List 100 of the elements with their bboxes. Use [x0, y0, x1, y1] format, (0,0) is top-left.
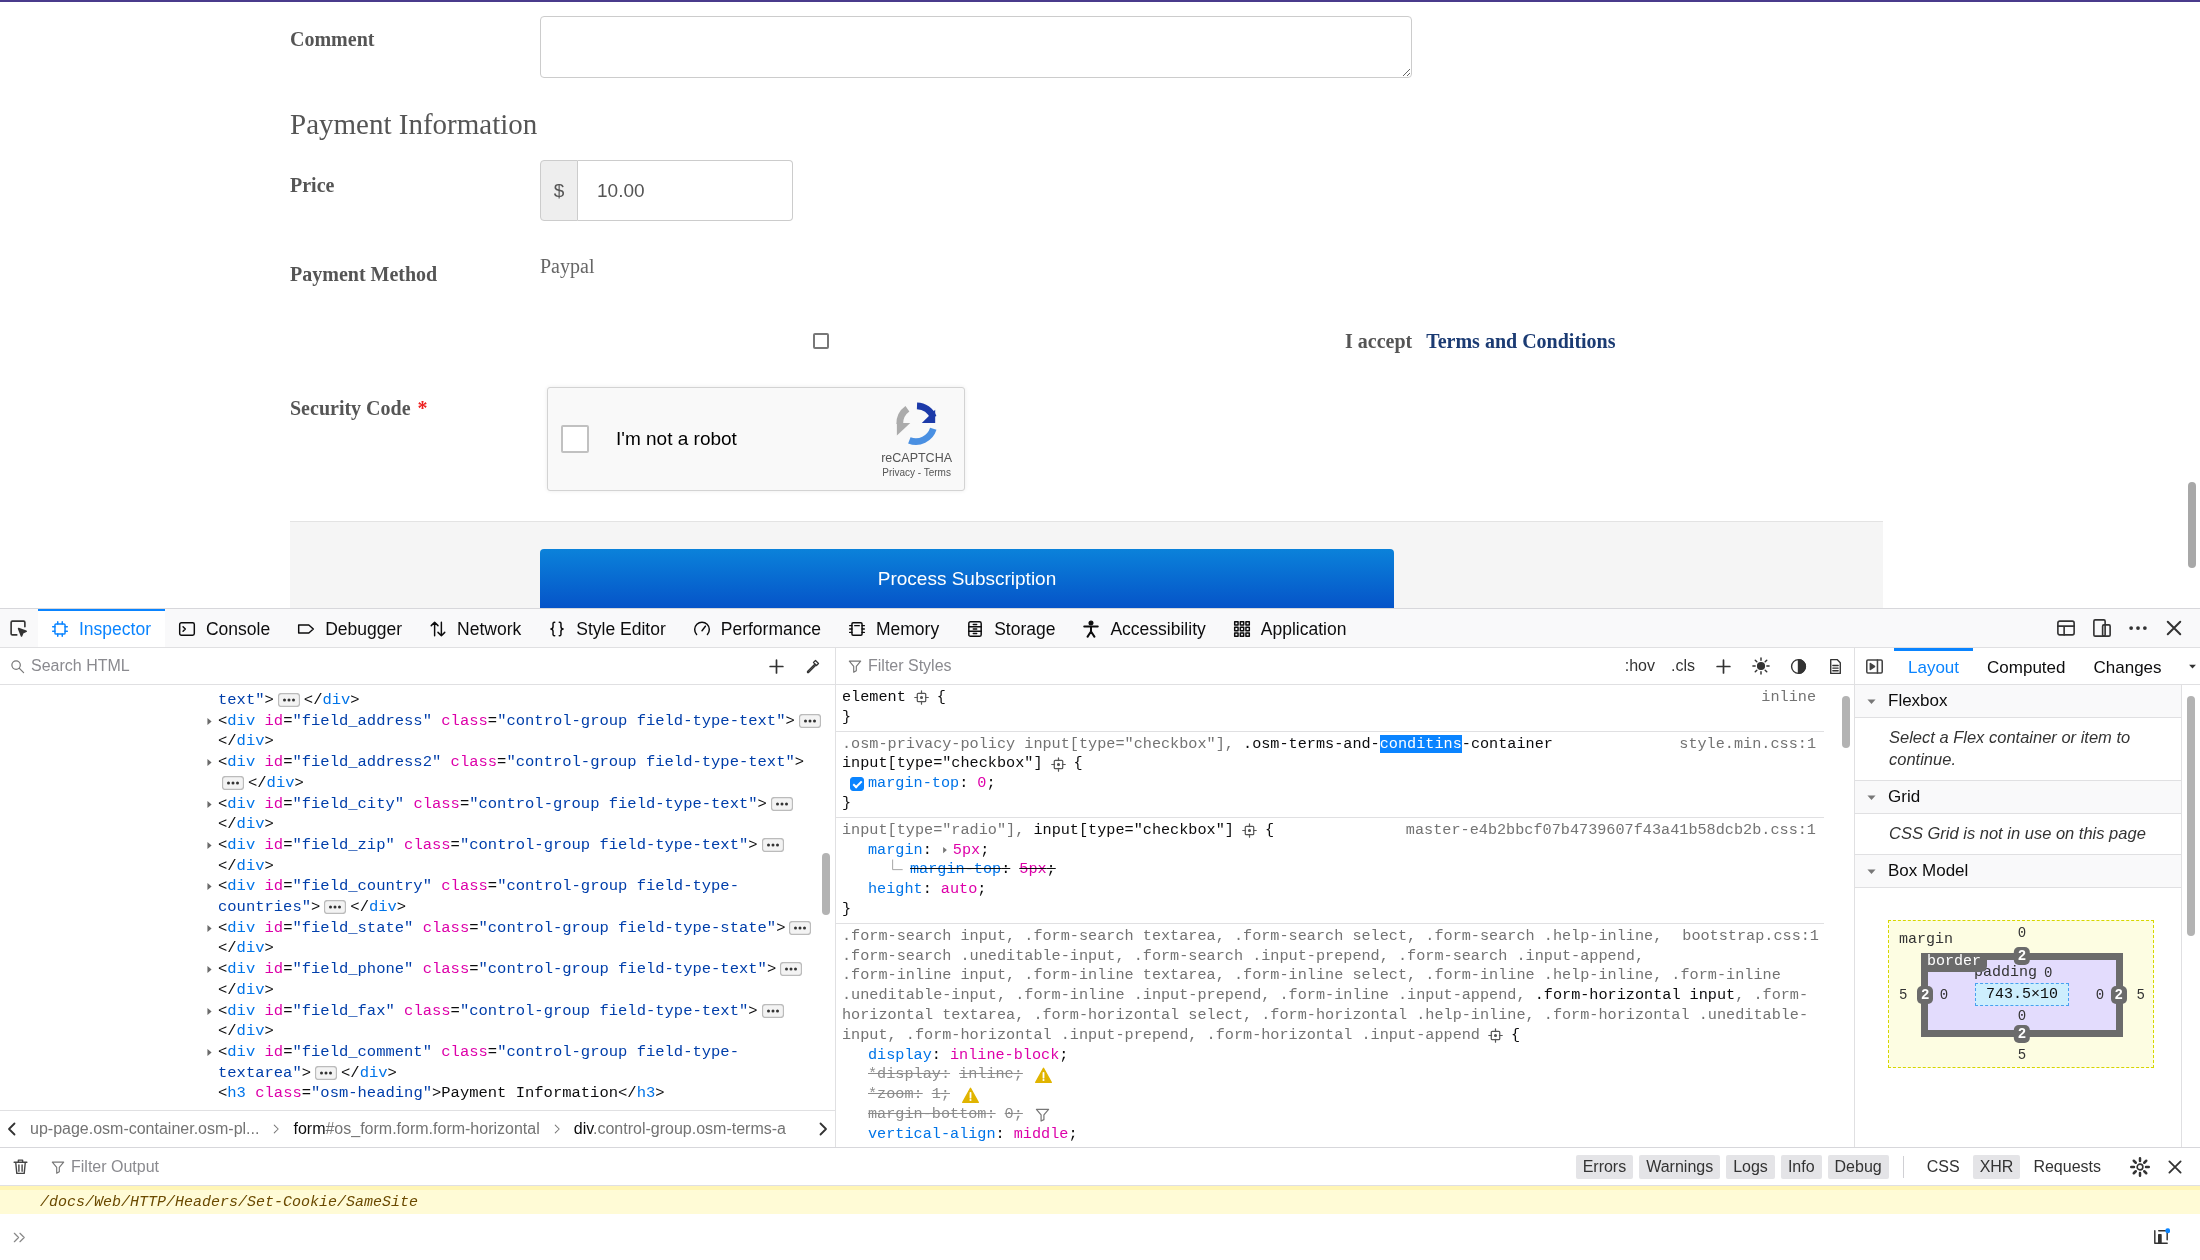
devtools-tab[interactable]: Debugger [284, 609, 417, 647]
filter-toggle[interactable]: Errors [1575, 1154, 1634, 1179]
devtools-tab[interactable]: Style Editor [535, 609, 680, 647]
css-value[interactable]: 0; [977, 774, 996, 794]
css-value[interactable]: 1; [931, 1085, 950, 1105]
css-property[interactable]: vertical-align: [868, 1124, 1005, 1145]
filter-toggle[interactable]: Warnings [1639, 1154, 1721, 1179]
contrast-icon[interactable] [1790, 657, 1807, 675]
devtools-tab[interactable]: Accessibility [1069, 609, 1220, 647]
css-value[interactable]: auto; [940, 880, 987, 900]
stylesheet-link[interactable]: master-e4b2bbcf07b4739607f43a41b58dcb2b.css:1 [1385, 820, 1816, 841]
section-title[interactable]: Flexbox [1888, 691, 1948, 711]
css-value[interactable]: middle; [1013, 1124, 1078, 1145]
ellipsis-icon[interactable] [780, 962, 803, 977]
captcha-links[interactable]: Privacy - Terms [882, 466, 951, 478]
currency-prefix: $ [540, 160, 578, 221]
scrollbar-thumb[interactable] [1842, 696, 1850, 748]
ellipsis-icon[interactable] [798, 714, 821, 729]
add-node-icon[interactable] [768, 657, 785, 675]
filter-styles-field[interactable]: Filter Styles [868, 657, 1609, 675]
target-icon[interactable] [1050, 756, 1066, 772]
responsive-icon[interactable] [2092, 618, 2112, 638]
close-icon[interactable] [2164, 618, 2184, 638]
css-property[interactable]: *zoom: [868, 1085, 923, 1105]
search-html-field[interactable]: Search HTML [31, 657, 768, 675]
devtools-tab[interactable]: Application [1219, 609, 1361, 647]
editor-mode-icon[interactable] [2152, 1228, 2170, 1246]
filter-output-field[interactable]: Filter Output [71, 1157, 1570, 1176]
devtools-tab[interactable]: Console [165, 609, 285, 647]
filter-toggle[interactable]: XHR [1972, 1154, 2021, 1179]
html-tag: <h3 class="osm-heading">Payment Information</h3> [218, 1083, 665, 1105]
css-property[interactable]: display: [868, 1045, 941, 1066]
target-icon[interactable] [913, 690, 929, 706]
close-brace: } [842, 899, 852, 918]
css-property[interactable]: margin: [868, 840, 932, 861]
stylesheet-link[interactable]: bootstrap.css:1 [1662, 926, 1819, 947]
box-value: 0 [2044, 964, 2053, 981]
sidebar-tab[interactable]: Computed [1973, 648, 2080, 684]
ellipsis-icon[interactable] [277, 693, 300, 708]
terms-checkbox[interactable] [813, 333, 829, 349]
ellipsis-icon[interactable] [222, 776, 244, 791]
filter-toggle[interactable]: Requests [2026, 1154, 2108, 1179]
settings-icon[interactable] [2130, 1156, 2150, 1177]
filter-toggle[interactable]: CSS [1919, 1154, 1967, 1179]
storage-icon [966, 620, 985, 638]
dock-icon[interactable] [2056, 618, 2076, 638]
breadcrumb[interactable]: form#os_form.form.form-horizontal [293, 1120, 540, 1138]
target-icon[interactable] [1241, 823, 1257, 839]
ellipsis-icon[interactable] [789, 921, 812, 936]
devtools-tab[interactable]: Network [416, 609, 536, 647]
css-property[interactable]: margin-bottom: [868, 1104, 996, 1125]
sidebar-toggle-icon[interactable] [1865, 656, 1884, 676]
print-media-icon[interactable] [1827, 657, 1844, 675]
devtools-tab[interactable]: Performance [679, 609, 835, 647]
captcha-checkbox[interactable] [561, 425, 589, 453]
html-tag: <div id="field_address" class="control-group field-type-text"> [218, 710, 795, 732]
ellipsis-icon[interactable] [761, 838, 784, 853]
devtools-tab[interactable]: Memory [834, 609, 954, 647]
hover-states-toggle[interactable]: :hov [1624, 657, 1655, 675]
declaration-checkbox[interactable] [850, 777, 864, 792]
trash-icon[interactable] [12, 1158, 29, 1175]
price-field[interactable]: 10.00 [578, 160, 793, 221]
filter-toggle[interactable]: Logs [1726, 1154, 1775, 1179]
ellipsis-icon[interactable] [324, 900, 347, 915]
light-mode-icon[interactable] [1752, 657, 1770, 675]
border-value: 2 [2013, 947, 2031, 965]
close-icon[interactable] [2166, 1157, 2184, 1176]
classes-toggle[interactable]: .cls [1671, 657, 1695, 675]
breadcrumb[interactable]: div.control-group.osm-terms-a [573, 1120, 786, 1138]
ellipsis-icon[interactable] [761, 1003, 784, 1018]
scrollbar-thumb[interactable] [822, 853, 830, 915]
css-value[interactable]: inline-block; [949, 1045, 1069, 1066]
close-brace: } [842, 794, 852, 812]
scrollbar-thumb[interactable] [2187, 696, 2195, 936]
sidebar-tab[interactable]: Changes [2079, 648, 2176, 684]
add-rule-icon[interactable] [1715, 657, 1732, 675]
box-value: 0 [1939, 986, 1949, 1003]
terms-link[interactable]: Terms and Conditions [1426, 329, 1616, 353]
section-title[interactable]: Grid [1888, 787, 1921, 807]
stylesheet-link[interactable]: style.min.css:1 [1659, 734, 1816, 755]
css-value[interactable]: 5px; [952, 840, 990, 861]
filter-toggle[interactable]: Debug [1827, 1154, 1889, 1179]
breadcrumb[interactable]: up-page.osm-container.osm-pl... [30, 1120, 260, 1138]
css-property[interactable]: margin-top: [868, 774, 969, 794]
element-picker-icon[interactable] [8, 618, 28, 638]
comment-field[interactable] [540, 16, 1412, 78]
target-icon[interactable] [1488, 1028, 1503, 1044]
ellipsis-icon[interactable] [315, 1066, 338, 1080]
devtools-tab[interactable]: Storage [953, 609, 1070, 647]
css-property[interactable]: height: [868, 880, 932, 900]
css-value[interactable]: 0; [1004, 1104, 1023, 1125]
section-title[interactable]: Box Model [1888, 861, 1969, 881]
scrollbar-thumb[interactable] [2188, 482, 2196, 568]
stylesheet-link[interactable]: inline [1741, 688, 1816, 708]
eyedropper-icon[interactable] [805, 658, 821, 674]
ellipsis-icon[interactable] [770, 796, 793, 811]
devtools-tab[interactable]: Inspector [38, 609, 165, 647]
filter-icon[interactable] [1034, 1107, 1050, 1123]
submit-button[interactable]: Process Subscription [540, 549, 1394, 608]
filter-toggle[interactable]: Info [1780, 1154, 1822, 1179]
